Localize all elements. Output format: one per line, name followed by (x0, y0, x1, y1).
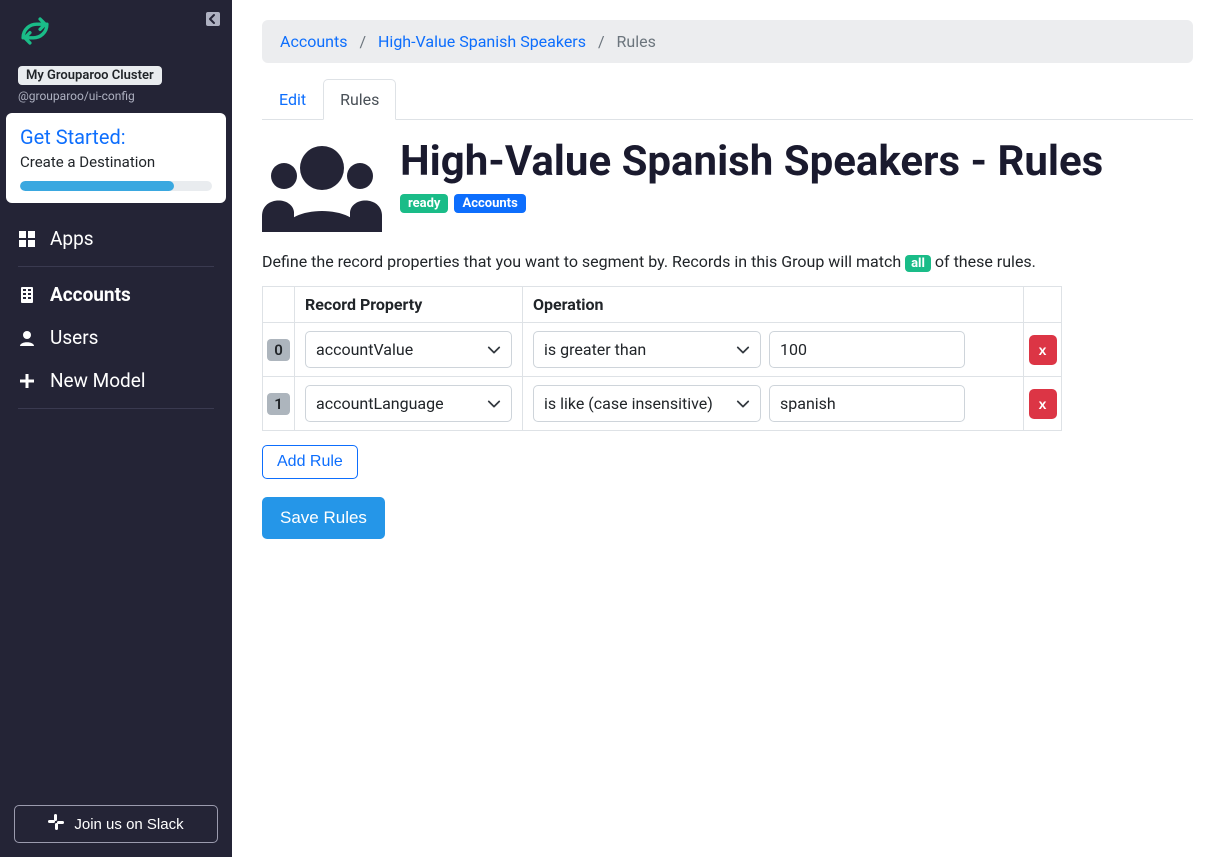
property-select[interactable]: accountValue (305, 331, 512, 368)
sidebar-item-label: Apps (50, 227, 94, 250)
page-title: High-Value Spanish Speakers - Rules (400, 138, 1103, 186)
sidebar-collapse-button[interactable] (204, 10, 222, 28)
property-select[interactable]: accountLanguage (305, 385, 512, 422)
delete-rule-button[interactable]: x (1029, 389, 1057, 419)
sidebar-item-accounts[interactable]: Accounts (18, 273, 214, 316)
col-header-delete (1024, 287, 1062, 323)
col-header-index (263, 287, 295, 323)
user-icon (18, 330, 36, 346)
plus-icon (18, 374, 36, 388)
slack-button-label: Join us on Slack (74, 816, 183, 833)
rule-row: 0 accountValue is greater than x (263, 323, 1062, 377)
rule-row: 1 accountLanguage is like (case insensitiv… (263, 377, 1062, 431)
main-content: Accounts / High-Value Spanish Speakers /… (232, 0, 1223, 857)
progress-bar-fill (20, 181, 174, 191)
nav-divider (18, 408, 214, 409)
save-rules-button[interactable]: Save Rules (262, 497, 385, 539)
add-rule-button[interactable]: Add Rule (262, 445, 358, 479)
nav-divider (18, 266, 214, 267)
building-icon (18, 287, 36, 303)
tabs: Edit Rules (262, 79, 1193, 120)
value-input[interactable] (769, 331, 965, 368)
breadcrumb-current: Rules (617, 32, 656, 51)
sidebar-item-label: New Model (50, 369, 145, 392)
logo[interactable] (18, 14, 214, 52)
get-started-title: Get Started: (20, 125, 212, 149)
rules-description: Define the record properties that you wa… (262, 252, 1193, 272)
tab-rules[interactable]: Rules (323, 79, 396, 120)
get-started-card[interactable]: Get Started: Create a Destination (6, 113, 226, 203)
cluster-name-badge[interactable]: My Grouparoo Cluster (18, 66, 162, 85)
sidebar: My Grouparoo Cluster @grouparoo/ui-confi… (0, 0, 232, 857)
breadcrumb: Accounts / High-Value Spanish Speakers /… (262, 20, 1193, 63)
delete-rule-button[interactable]: x (1029, 335, 1057, 365)
sidebar-item-users[interactable]: Users (18, 316, 214, 359)
tab-edit[interactable]: Edit (262, 79, 323, 120)
rule-index-badge: 1 (267, 393, 290, 415)
model-badge: Accounts (454, 194, 525, 213)
join-slack-button[interactable]: Join us on Slack (14, 805, 218, 843)
col-header-property: Record Property (295, 287, 523, 323)
breadcrumb-separator: / (359, 32, 366, 51)
cluster-subtitle: @grouparoo/ui-config (18, 89, 214, 103)
sidebar-item-label: Users (50, 326, 98, 349)
status-badge-ready: ready (400, 194, 448, 213)
breadcrumb-group[interactable]: High-Value Spanish Speakers (378, 32, 586, 51)
rules-table: Record Property Operation 0 accountValue i… (262, 286, 1062, 431)
grid-icon (18, 231, 36, 247)
get-started-subtitle: Create a Destination (20, 153, 212, 171)
slack-icon (48, 814, 64, 834)
value-input[interactable] (769, 385, 965, 422)
col-header-operation: Operation (523, 287, 1024, 323)
sidebar-item-apps[interactable]: Apps (18, 217, 214, 260)
group-icon (262, 144, 382, 236)
match-mode-badge: all (905, 255, 931, 272)
breadcrumb-separator: / (598, 32, 605, 51)
breadcrumb-accounts[interactable]: Accounts (280, 32, 347, 51)
sidebar-item-label: Accounts (50, 283, 131, 306)
progress-bar-track (20, 181, 212, 191)
operation-select[interactable]: is like (case insensitive) (533, 385, 761, 422)
sidebar-item-new-model[interactable]: New Model (18, 359, 214, 402)
rule-index-badge: 0 (267, 339, 290, 361)
operation-select[interactable]: is greater than (533, 331, 761, 368)
